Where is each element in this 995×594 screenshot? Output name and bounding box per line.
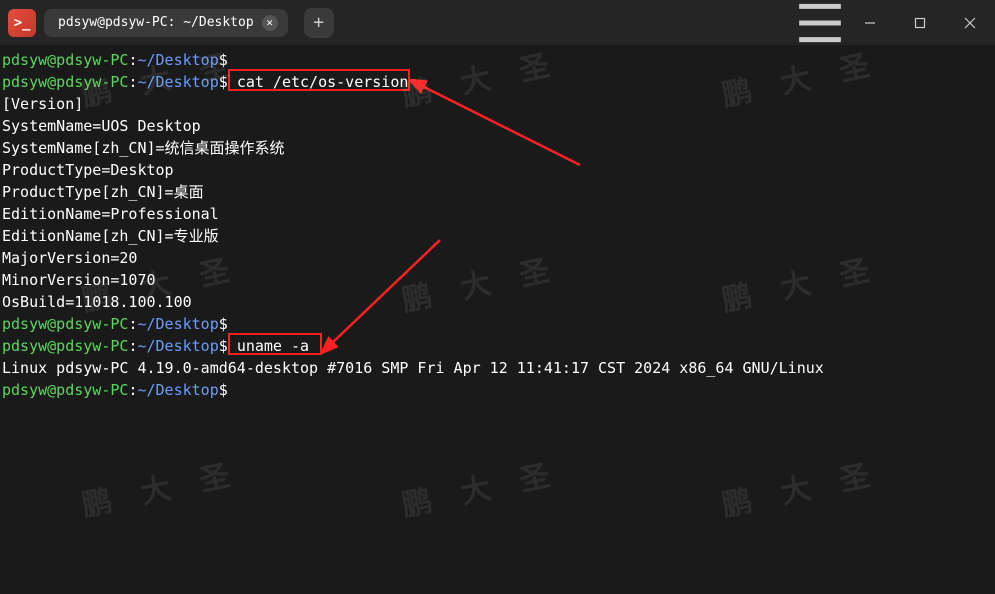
window-controls: [795, 0, 995, 45]
watermark: 鹏 大 圣: [717, 449, 879, 524]
titlebar: >_ pdsyw@pdsyw-PC: ~/Desktop ✕ +: [0, 0, 995, 45]
command-cat: cat /etc/os-version: [237, 73, 409, 91]
output-line: ProductType[zh_CN]=桌面: [2, 181, 993, 203]
output-line: SystemName=UOS Desktop: [2, 115, 993, 137]
output-line: ProductType=Desktop: [2, 159, 993, 181]
prompt-line: pdsyw@pdsyw-PC:~/Desktop$ cat /etc/os-ve…: [2, 71, 993, 93]
terminal-app-icon[interactable]: >_: [8, 9, 36, 37]
output-line: EditionName[zh_CN]=专业版: [2, 225, 993, 247]
output-line: MajorVersion=20: [2, 247, 993, 269]
minimize-button[interactable]: [845, 0, 895, 45]
close-tab-icon[interactable]: ✕: [262, 15, 278, 31]
prompt-line: pdsyw@pdsyw-PC:~/Desktop$: [2, 313, 993, 335]
prompt-line: pdsyw@pdsyw-PC:~/Desktop$: [2, 379, 993, 401]
hamburger-menu-icon[interactable]: [795, 0, 845, 45]
close-button[interactable]: [945, 0, 995, 45]
prompt-line: pdsyw@pdsyw-PC:~/Desktop$ uname -a: [2, 335, 993, 357]
output-line: Linux pdsyw-PC 4.19.0-amd64-desktop #701…: [2, 357, 993, 379]
terminal-tab[interactable]: pdsyw@pdsyw-PC: ~/Desktop ✕: [44, 9, 288, 37]
output-line: SystemName[zh_CN]=统信桌面操作系统: [2, 137, 993, 159]
maximize-button[interactable]: [895, 0, 945, 45]
new-tab-button[interactable]: +: [304, 8, 334, 38]
prompt-line: pdsyw@pdsyw-PC:~/Desktop$: [2, 49, 993, 71]
terminal-area[interactable]: pdsyw@pdsyw-PC:~/Desktop$ pdsyw@pdsyw-PC…: [0, 45, 995, 405]
tab-title: pdsyw@pdsyw-PC: ~/Desktop: [58, 15, 254, 30]
command-uname: uname -a: [237, 337, 309, 355]
output-line: MinorVersion=1070: [2, 269, 993, 291]
output-line: OsBuild=11018.100.100: [2, 291, 993, 313]
output-line: [Version]: [2, 93, 993, 115]
watermark: 鹏 大 圣: [77, 449, 239, 524]
watermark: 鹏 大 圣: [397, 449, 559, 524]
output-line: EditionName=Professional: [2, 203, 993, 225]
